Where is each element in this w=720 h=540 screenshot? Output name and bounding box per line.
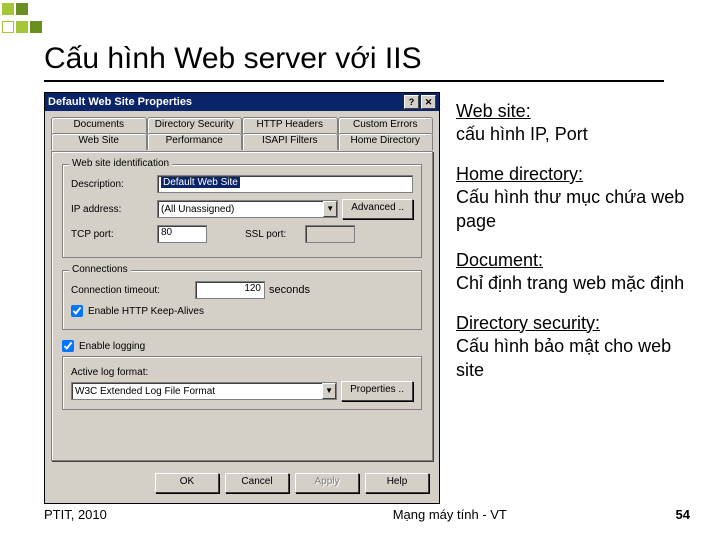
log-format-select[interactable]: W3C Extended Log File Format ▼ [71, 382, 337, 400]
advanced-button[interactable]: Advanced .. [342, 199, 413, 219]
ssl-port-label: SSL port: [245, 229, 301, 240]
explanation-notes: Web site: cấu hình IP, Port Home directo… [456, 100, 686, 398]
ip-label: IP address: [71, 204, 153, 215]
tab-isapi-filters[interactable]: ISAPI Filters [242, 133, 338, 150]
group-label: Connections [69, 264, 131, 275]
ip-select[interactable]: (All Unassigned) ▼ [157, 200, 338, 218]
timeout-label: Connection timeout: [71, 285, 191, 296]
tab-http-headers[interactable]: HTTP Headers [242, 117, 338, 134]
group-label: Web site identification [69, 158, 172, 169]
tab-custom-errors[interactable]: Custom Errors [338, 117, 434, 134]
active-log-label: Active log format: [71, 367, 413, 378]
tab-web-site[interactable]: Web Site [51, 133, 147, 150]
properties-button[interactable]: Properties .. [341, 381, 413, 401]
group-logging: Active log format: W3C Extended Log File… [62, 356, 422, 410]
group-identification: Web site identification Description: Def… [62, 164, 422, 258]
close-icon[interactable]: ✕ [421, 95, 436, 109]
chevron-down-icon: ▼ [322, 383, 336, 399]
timeout-input[interactable]: 120 [195, 281, 265, 299]
note-website-head: Web site: [456, 101, 531, 121]
help-button[interactable]: Help [365, 473, 429, 493]
properties-dialog: Default Web Site Properties ? ✕ Document… [44, 92, 440, 504]
seconds-label: seconds [269, 284, 310, 296]
checkbox-input[interactable] [71, 305, 83, 317]
tcp-port-label: TCP port: [71, 229, 153, 240]
apply-button[interactable]: Apply [295, 473, 359, 493]
chevron-down-icon: ▼ [323, 201, 337, 217]
note-website-body: cấu hình IP, Port [456, 124, 588, 144]
checkbox-input[interactable] [62, 340, 74, 352]
tab-directory-security[interactable]: Directory Security [147, 117, 243, 134]
dialog-buttons: OK Cancel Apply Help [45, 467, 439, 503]
decoration-squares [2, 2, 44, 38]
page-number: 54 [676, 507, 690, 522]
note-homedir-body: Cấu hình thư mục chứa web page [456, 187, 684, 230]
logging-checkbox[interactable]: Enable logging [62, 340, 422, 352]
note-dirsec-head: Directory security: [456, 313, 600, 333]
note-document-head: Document: [456, 250, 543, 270]
description-input[interactable]: Default Web Site [157, 175, 413, 193]
keepalive-checkbox[interactable]: Enable HTTP Keep-Alives [71, 305, 413, 317]
slide-footer: PTIT, 2010 Mạng máy tính - VT 54 [44, 507, 690, 522]
slide-title: Cấu hình Web server với IIS [44, 42, 664, 82]
tab-performance[interactable]: Performance [147, 133, 243, 150]
tab-home-directory[interactable]: Home Directory [338, 133, 434, 150]
note-dirsec-body: Cấu hình bảo mật cho web site [456, 336, 671, 379]
group-connections: Connections Connection timeout: 120 seco… [62, 270, 422, 330]
note-document-body: Chỉ định trang web mặc định [456, 273, 684, 293]
note-homedir-head: Home directory: [456, 164, 583, 184]
ok-button[interactable]: OK [155, 473, 219, 493]
cancel-button[interactable]: Cancel [225, 473, 289, 493]
footer-left: PTIT, 2010 [44, 507, 224, 522]
footer-center: Mạng máy tính - VT [224, 507, 676, 522]
tab-documents[interactable]: Documents [51, 117, 147, 134]
tab-strip: Documents Directory Security HTTP Header… [51, 117, 433, 151]
dialog-title: Default Web Site Properties [48, 96, 192, 108]
tcp-port-input[interactable]: 80 [157, 225, 207, 243]
description-label: Description: [71, 179, 153, 190]
dialog-titlebar: Default Web Site Properties ? ✕ [45, 93, 439, 111]
ssl-port-input [305, 225, 355, 243]
tab-panel: Web site identification Description: Def… [51, 151, 433, 461]
help-icon[interactable]: ? [404, 95, 419, 109]
